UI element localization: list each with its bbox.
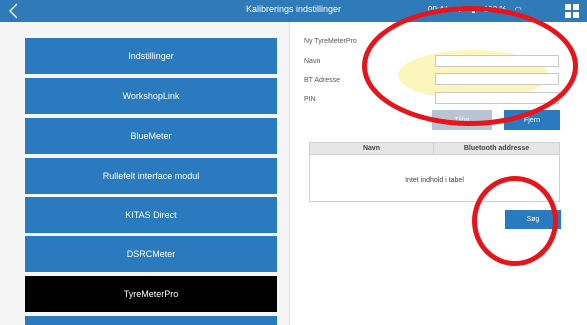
sidebar-item-partial[interactable] xyxy=(25,316,277,325)
annotation-circle-form xyxy=(362,6,578,126)
grid-menu-icon[interactable] xyxy=(565,4,579,18)
table-header: Navn Bluetooth addresse xyxy=(310,143,559,155)
name-label: Navn xyxy=(304,58,321,65)
bt-address-label: BT Adresse xyxy=(304,77,341,84)
sidebar-item-tyremeterpro[interactable]: TyreMeterPro xyxy=(25,276,277,312)
pin-label: PIN xyxy=(304,96,316,103)
sidebar-item-indstillinger[interactable]: Indstillinger xyxy=(25,38,277,74)
sidebar-item-kitas-direct[interactable]: KITAS Direct xyxy=(25,197,277,233)
sidebar-item-dsrcmeter[interactable]: DSRCMeter xyxy=(25,236,277,272)
sidebar-item-bluemeter[interactable]: BlueMeter xyxy=(25,118,277,154)
section-title: Ny TyreMeterPro xyxy=(304,38,357,45)
divider xyxy=(289,22,290,325)
sidebar-item-workshoplink[interactable]: WorkshopLink xyxy=(25,78,277,114)
column-header-name[interactable]: Navn xyxy=(310,145,433,152)
annotation-circle-search xyxy=(472,176,558,266)
sidebar-item-rullefelt-interface-modul[interactable]: Rullefelt interface modul xyxy=(25,158,277,194)
column-header-bluetooth[interactable]: Bluetooth addresse xyxy=(434,145,559,152)
